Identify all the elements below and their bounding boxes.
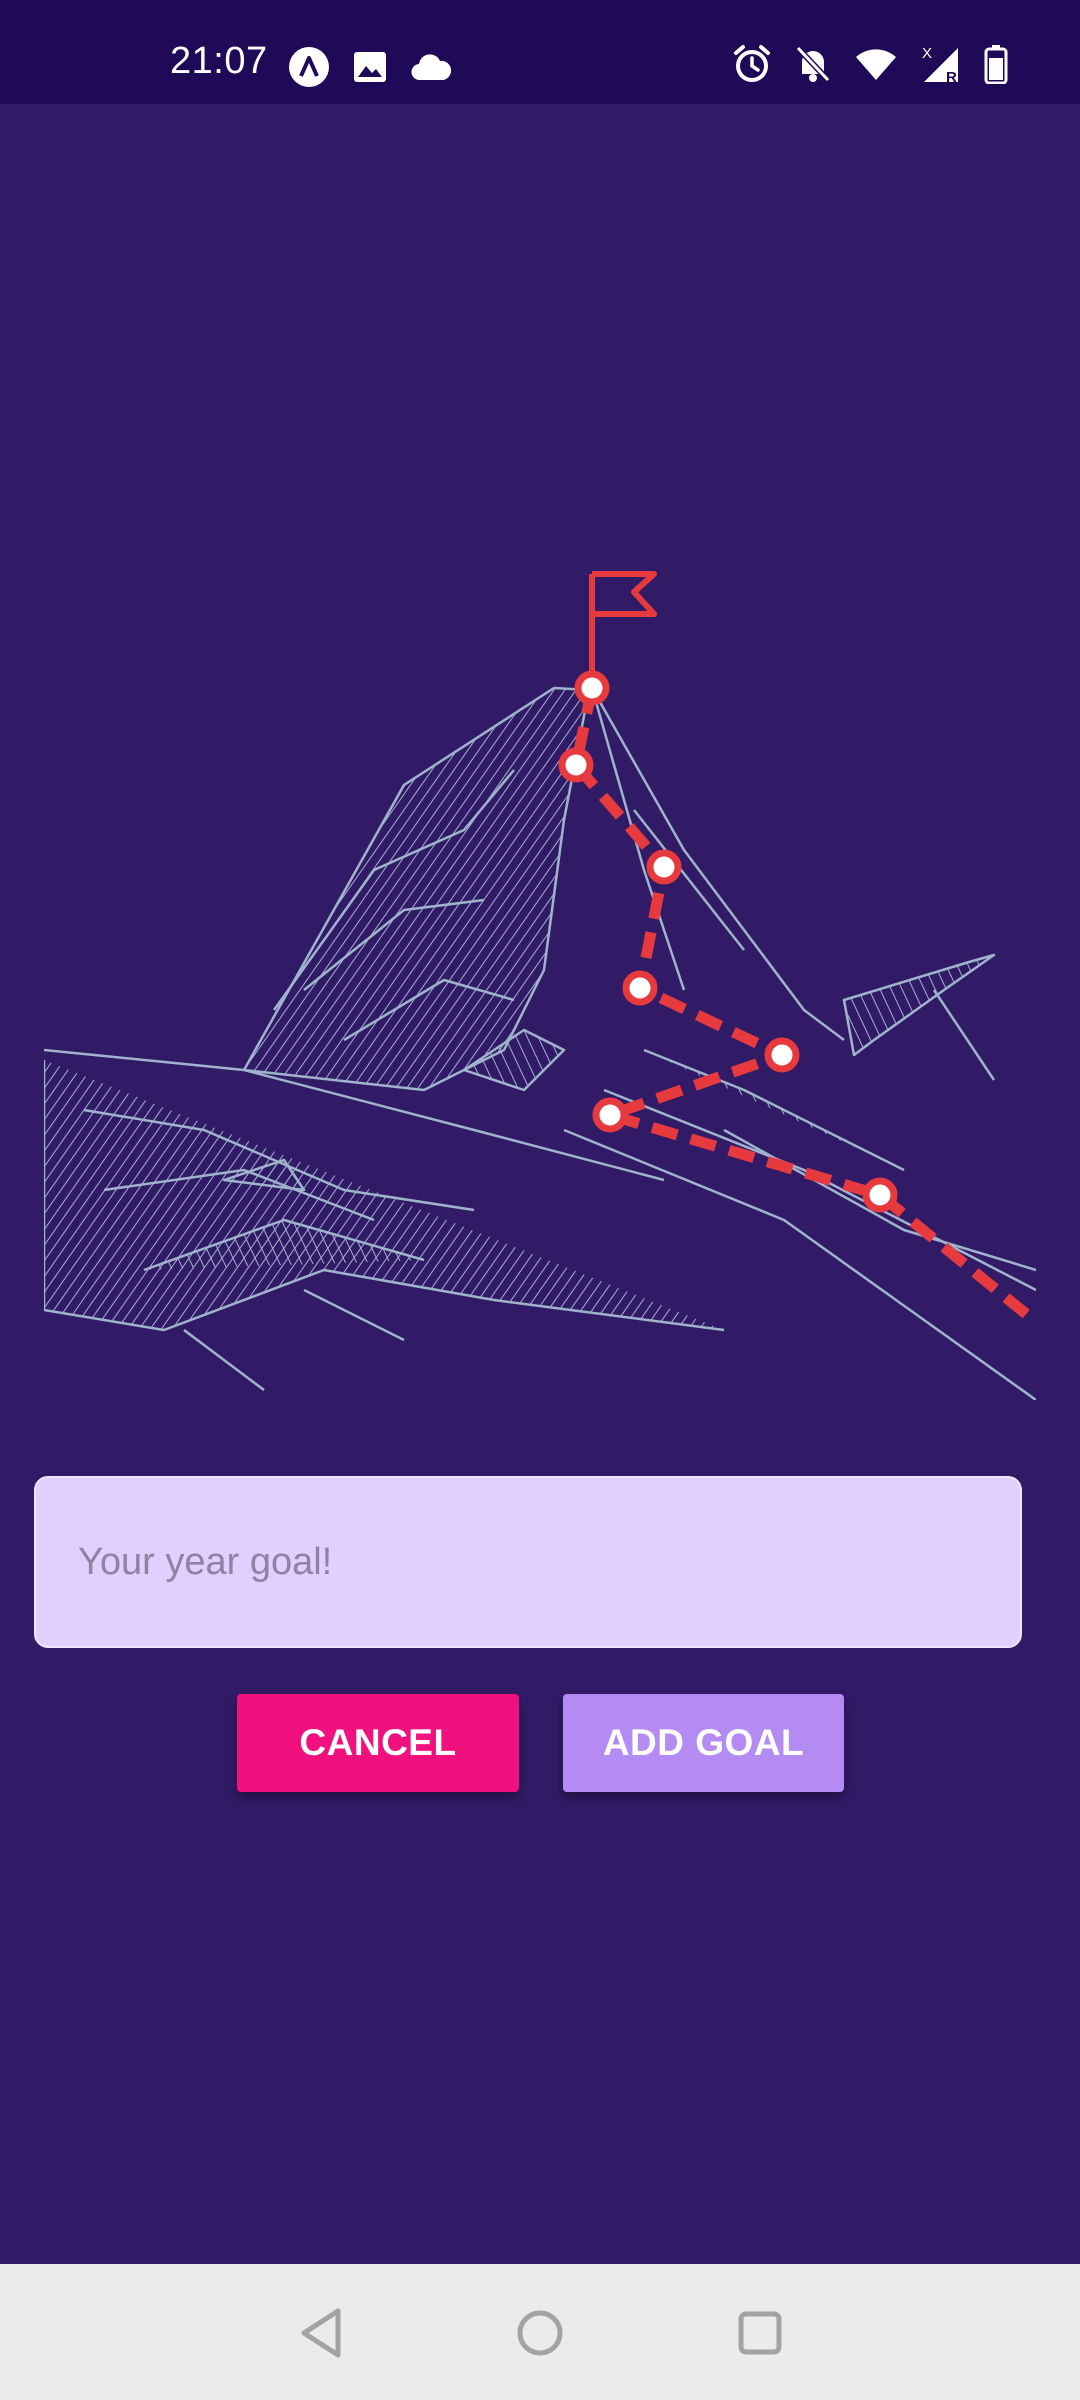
mountain-summit-illustration: [44, 571, 1036, 1400]
alarm-icon: [732, 44, 772, 84]
add-goal-button[interactable]: ADD GOAL: [563, 1694, 844, 1792]
waypoint: [764, 1037, 800, 1073]
signal-mark-bottom: R: [946, 69, 957, 84]
waypoint: [622, 970, 658, 1006]
back-button[interactable]: [287, 2298, 357, 2368]
status-bar: 21:07 X R: [0, 0, 1080, 104]
back-icon: [301, 2308, 341, 2358]
summit-flag-icon: [589, 571, 657, 688]
cancel-button[interactable]: CANCEL: [237, 1694, 519, 1792]
recent-apps-button[interactable]: [725, 2298, 795, 2368]
status-time: 21:07: [170, 40, 268, 82]
mountain-drawing: [44, 686, 1036, 1400]
waypoint: [862, 1177, 898, 1213]
cloud-icon: [410, 52, 452, 82]
recent-apps-icon: [738, 2311, 782, 2355]
signal-icon: X R: [920, 44, 962, 84]
waypoint: [592, 1097, 628, 1133]
app-notification-icon: [288, 46, 330, 88]
home-button[interactable]: [505, 2298, 575, 2368]
goal-input[interactable]: [34, 1476, 1022, 1648]
image-icon: [352, 49, 388, 85]
notifications-off-icon: [794, 44, 832, 84]
signal-mark-top: X: [922, 45, 932, 62]
waypoint: [646, 849, 682, 885]
waypoint: [558, 747, 594, 783]
navigation-bar: [0, 2264, 1080, 2400]
battery-icon: [984, 44, 1008, 84]
wifi-icon: [854, 47, 898, 81]
home-icon: [517, 2310, 563, 2356]
waypoint: [574, 670, 610, 706]
